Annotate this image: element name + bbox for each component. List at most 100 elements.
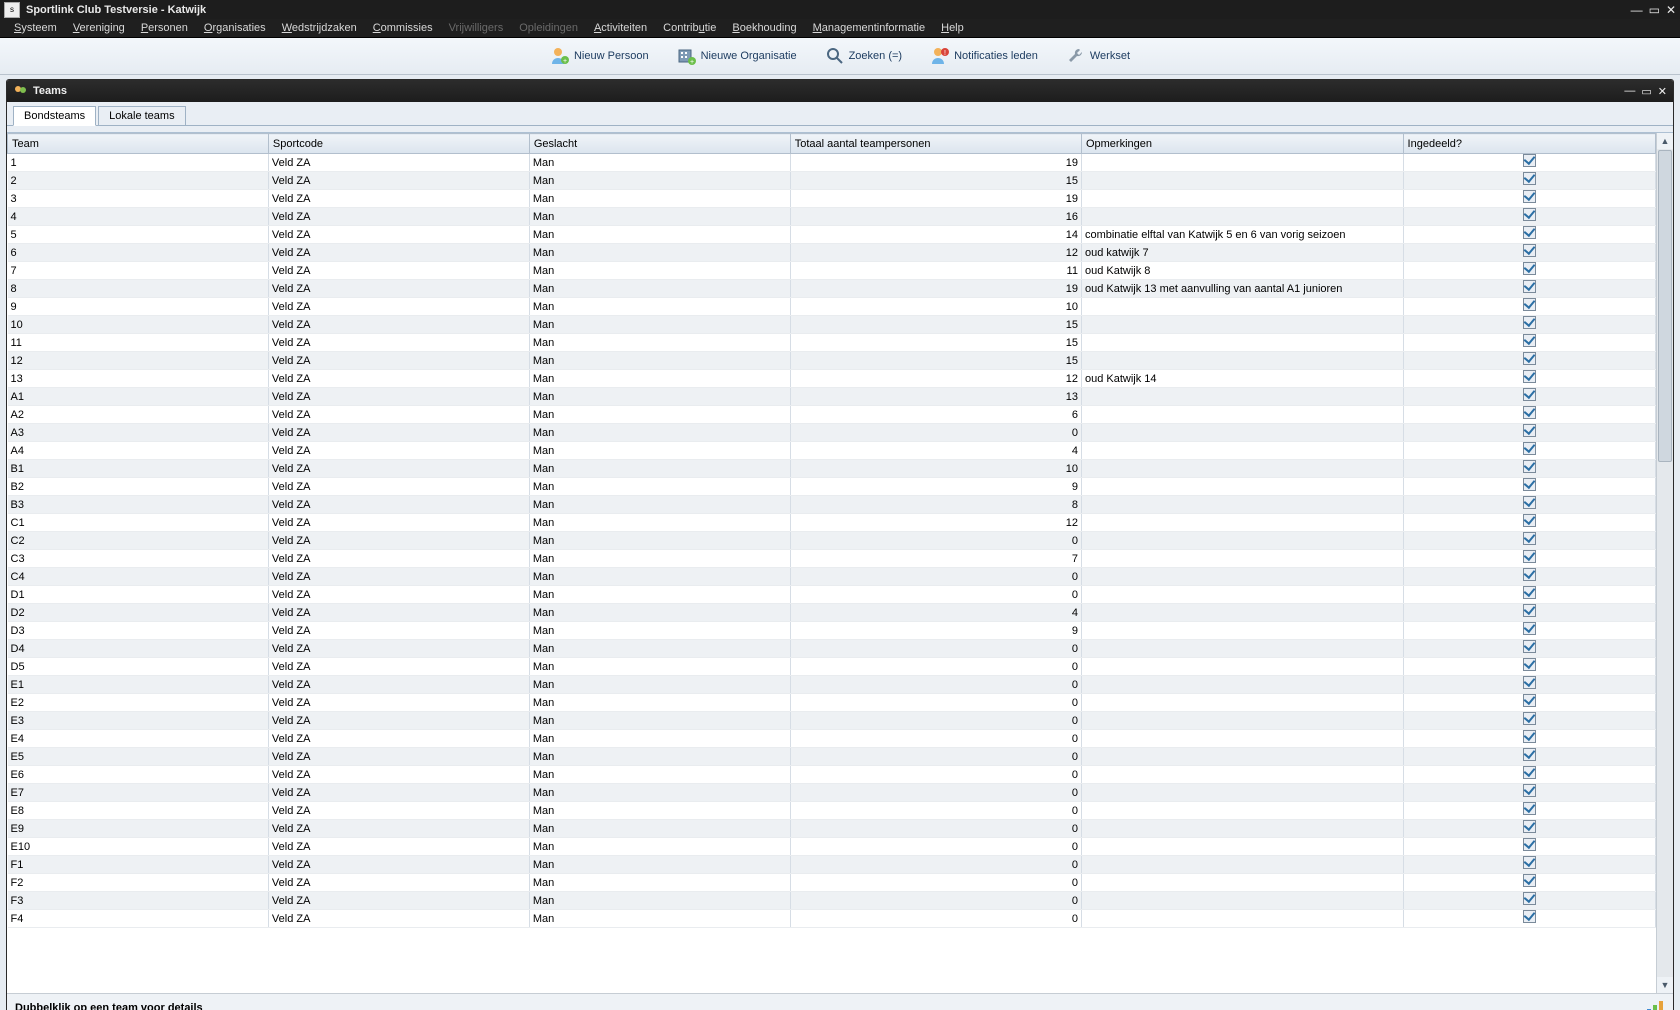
teams-table: TeamSportcodeGeslachtTotaal aantal teamp… [7, 133, 1656, 928]
table-row[interactable]: E3Veld ZAMan0 [8, 712, 1656, 730]
col-header[interactable]: Geslacht [529, 134, 790, 154]
menu-systeem[interactable]: Systeem [8, 21, 63, 35]
toolbar-nieuw-persoon[interactable]: +Nieuw Persoon [550, 46, 649, 66]
table-row[interactable]: E4Veld ZAMan0 [8, 730, 1656, 748]
menu-contributie[interactable]: Contributie [657, 21, 722, 35]
col-header[interactable]: Totaal aantal teampersonen [790, 134, 1081, 154]
table-row[interactable]: F3Veld ZAMan0 [8, 892, 1656, 910]
cell-ingedeeld [1403, 694, 1655, 712]
cell-ingedeeld [1403, 658, 1655, 676]
close-button[interactable]: ✕ [1666, 3, 1676, 17]
table-row[interactable]: D3Veld ZAMan9 [8, 622, 1656, 640]
table-row[interactable]: A3Veld ZAMan0 [8, 424, 1656, 442]
cell-opmerkingen: oud katwijk 7 [1081, 244, 1403, 262]
table-row[interactable]: C3Veld ZAMan7 [8, 550, 1656, 568]
cell-geslacht: Man [529, 802, 790, 820]
col-header[interactable]: Ingedeeld? [1403, 134, 1655, 154]
menu-managementinformatie[interactable]: Managementinformatie [807, 21, 932, 35]
table-row[interactable]: E1Veld ZAMan0 [8, 676, 1656, 694]
table-row[interactable]: E2Veld ZAMan0 [8, 694, 1656, 712]
checkmark-icon [1523, 406, 1536, 419]
cell-sportcode: Veld ZA [268, 334, 529, 352]
checkmark-icon [1523, 730, 1536, 743]
table-row[interactable]: D2Veld ZAMan4 [8, 604, 1656, 622]
table-row[interactable]: 12Veld ZAMan15 [8, 352, 1656, 370]
table-row[interactable]: E9Veld ZAMan0 [8, 820, 1656, 838]
checkmark-icon [1523, 640, 1536, 653]
table-row[interactable]: 3Veld ZAMan19 [8, 190, 1656, 208]
table-row[interactable]: E10Veld ZAMan0 [8, 838, 1656, 856]
cell-sportcode: Veld ZA [268, 154, 529, 172]
table-row[interactable]: E6Veld ZAMan0 [8, 766, 1656, 784]
table-row[interactable]: A4Veld ZAMan4 [8, 442, 1656, 460]
minimize-button[interactable]: — [1631, 3, 1643, 17]
cell-ingedeeld [1403, 280, 1655, 298]
menu-boekhouding[interactable]: Boekhouding [726, 21, 802, 35]
menu-vereniging[interactable]: Vereniging [67, 21, 131, 35]
table-row[interactable]: A2Veld ZAMan6 [8, 406, 1656, 424]
tab-bondsteams[interactable]: Bondsteams [13, 106, 96, 126]
table-row[interactable]: C4Veld ZAMan0 [8, 568, 1656, 586]
table-row[interactable]: 10Veld ZAMan15 [8, 316, 1656, 334]
table-row[interactable]: E7Veld ZAMan0 [8, 784, 1656, 802]
menu-personen[interactable]: Personen [135, 21, 194, 35]
table-row[interactable]: D1Veld ZAMan0 [8, 586, 1656, 604]
toolbar-werkset[interactable]: Werkset [1066, 46, 1130, 66]
table-row[interactable]: B3Veld ZAMan8 [8, 496, 1656, 514]
table-row[interactable]: 8Veld ZAMan19oud Katwijk 13 met aanvulli… [8, 280, 1656, 298]
table-row[interactable]: D4Veld ZAMan0 [8, 640, 1656, 658]
toolbar-notificaties-leden[interactable]: !Notificaties leden [930, 46, 1038, 66]
menu-organisaties[interactable]: Organisaties [198, 21, 272, 35]
table-row[interactable]: F2Veld ZAMan0 [8, 874, 1656, 892]
teams-close-button[interactable]: ✕ [1658, 85, 1667, 98]
cell-sportcode: Veld ZA [268, 586, 529, 604]
checkmark-icon [1523, 712, 1536, 725]
table-row[interactable]: 1Veld ZAMan19 [8, 154, 1656, 172]
table-row[interactable]: 2Veld ZAMan15 [8, 172, 1656, 190]
tab-lokale-teams[interactable]: Lokale teams [98, 106, 185, 125]
table-row[interactable]: 6Veld ZAMan12oud katwijk 7 [8, 244, 1656, 262]
cell-sportcode: Veld ZA [268, 622, 529, 640]
toolbar-zoeken[interactable]: Zoeken (=) [825, 46, 903, 66]
col-header[interactable]: Team [8, 134, 269, 154]
cell-geslacht: Man [529, 316, 790, 334]
table-row[interactable]: 13Veld ZAMan12oud Katwijk 14 [8, 370, 1656, 388]
maximize-button[interactable]: ▭ [1649, 3, 1660, 17]
scroll-up-button[interactable]: ▲ [1657, 133, 1673, 149]
menu-help[interactable]: Help [935, 21, 970, 35]
table-row[interactable]: C1Veld ZAMan12 [8, 514, 1656, 532]
table-row[interactable]: 5Veld ZAMan14combinatie elftal van Katwi… [8, 226, 1656, 244]
table-row[interactable]: 4Veld ZAMan16 [8, 208, 1656, 226]
cell-ingedeeld [1403, 352, 1655, 370]
teams-maximize-button[interactable]: ▭ [1641, 85, 1651, 98]
table-row[interactable]: B1Veld ZAMan10 [8, 460, 1656, 478]
menu-activiteiten[interactable]: Activiteiten [588, 21, 653, 35]
cell-sportcode: Veld ZA [268, 460, 529, 478]
chart-wizard-icon[interactable] [1645, 998, 1665, 1010]
teams-minimize-button[interactable]: — [1624, 85, 1635, 98]
menu-commissies[interactable]: Commissies [367, 21, 439, 35]
table-row[interactable]: 7Veld ZAMan11oud Katwijk 8 [8, 262, 1656, 280]
table-row[interactable]: D5Veld ZAMan0 [8, 658, 1656, 676]
scroll-thumb[interactable] [1658, 150, 1672, 462]
cell-geslacht: Man [529, 370, 790, 388]
table-row[interactable]: F1Veld ZAMan0 [8, 856, 1656, 874]
table-row[interactable]: E5Veld ZAMan0 [8, 748, 1656, 766]
table-row[interactable]: B2Veld ZAMan9 [8, 478, 1656, 496]
menu-wedstrijdzaken[interactable]: Wedstrijdzaken [276, 21, 363, 35]
table-row[interactable]: 11Veld ZAMan15 [8, 334, 1656, 352]
table-row[interactable]: A1Veld ZAMan13 [8, 388, 1656, 406]
cell-totaal: 10 [790, 298, 1081, 316]
scroll-down-button[interactable]: ▼ [1657, 977, 1673, 993]
table-row[interactable]: F4Veld ZAMan0 [8, 910, 1656, 928]
vertical-scrollbar[interactable]: ▲ ▼ [1656, 133, 1673, 993]
toolbar-nieuwe-organisatie[interactable]: +Nieuwe Organisatie [677, 46, 797, 66]
col-header[interactable]: Sportcode [268, 134, 529, 154]
table-row[interactable]: E8Veld ZAMan0 [8, 802, 1656, 820]
cell-ingedeeld [1403, 586, 1655, 604]
table-row[interactable]: 9Veld ZAMan10 [8, 298, 1656, 316]
cell-totaal: 15 [790, 334, 1081, 352]
table-row[interactable]: C2Veld ZAMan0 [8, 532, 1656, 550]
col-header[interactable]: Opmerkingen [1081, 134, 1403, 154]
teams-footer-hint: Dubbelklik op een team voor details [15, 1002, 203, 1010]
